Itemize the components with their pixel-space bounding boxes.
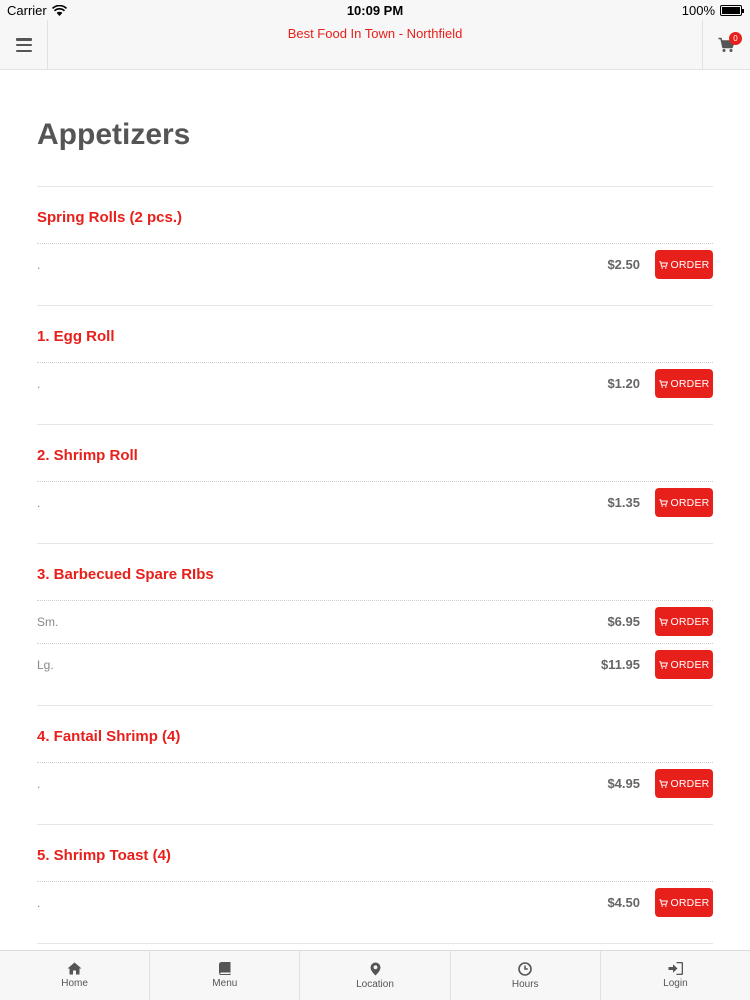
size-label: Lg. <box>37 658 54 672</box>
battery-icon <box>720 5 744 16</box>
order-label: ORDER <box>670 258 710 271</box>
menu-item: 4. Fantail Shrimp (4) . $4.95 ORDER <box>37 706 713 825</box>
tab-label: Hours <box>511 978 539 990</box>
order-label: ORDER <box>670 777 710 790</box>
menu-content: Appetizers Spring Rolls (2 pcs.) . $2.50… <box>0 70 750 950</box>
price-label: $2.50 <box>607 257 640 272</box>
size-label: . <box>37 496 41 510</box>
order-button[interactable]: ORDER <box>655 769 713 798</box>
cart-icon <box>658 379 668 388</box>
home-icon <box>67 962 82 975</box>
order-button[interactable]: ORDER <box>655 650 713 679</box>
size-label: Sm. <box>37 615 59 629</box>
price-row: . $1.20 ORDER <box>37 363 713 405</box>
size-label: . <box>37 777 41 791</box>
tab-home[interactable]: Home <box>0 951 151 1000</box>
order-button[interactable]: ORDER <box>655 488 713 517</box>
order-label: ORDER <box>670 896 710 909</box>
price-label: $1.35 <box>607 495 640 510</box>
order-label: ORDER <box>670 496 710 509</box>
price-row: . $4.95 ORDER <box>37 763 713 805</box>
menu-item: 3. Barbecued Spare RIbs Sm. $6.95 ORDER … <box>37 544 713 706</box>
item-name: Spring Rolls (2 pcs.) <box>37 209 183 226</box>
price-label: $1.20 <box>607 376 640 391</box>
item-name: 5. Shrimp Toast (4) <box>37 847 171 864</box>
item-separator <box>37 943 713 944</box>
clock-time: 10:09 PM <box>346 3 404 18</box>
order-button[interactable]: ORDER <box>655 888 713 917</box>
item-name: 2. Shrimp Roll <box>37 447 138 464</box>
order-label: ORDER <box>670 658 710 671</box>
menu-item: Spring Rolls (2 pcs.) . $2.50 ORDER <box>37 187 713 306</box>
size-label: . <box>37 896 41 910</box>
price-label: $6.95 <box>607 614 640 629</box>
order-label: ORDER <box>670 377 710 390</box>
menu-button[interactable] <box>0 20 48 70</box>
cart-icon <box>658 260 668 269</box>
book-icon <box>219 962 231 975</box>
size-label: . <box>37 377 41 391</box>
item-name: 4. Fantail Shrimp (4) <box>37 728 181 745</box>
item-name: 3. Barbecued Spare RIbs <box>37 566 214 583</box>
tab-login[interactable]: Login <box>601 951 750 1000</box>
cart-count-badge: 0 <box>729 32 742 45</box>
tab-label: Login <box>663 978 688 989</box>
app-screen: Carrier 10:09 PM 100% Best Food In Town … <box>0 0 750 1000</box>
tab-label: Menu <box>212 978 238 989</box>
tab-menu[interactable]: Menu <box>150 951 301 1000</box>
tab-label: Home <box>61 978 88 989</box>
price-label: $4.95 <box>607 776 640 791</box>
bottom-tab-bar: Home Menu Location Hours Login <box>0 950 750 1000</box>
tab-location[interactable]: Location <box>300 951 451 1000</box>
price-row: Lg. $11.95 ORDER <box>37 644 713 686</box>
price-row: . $1.35 ORDER <box>37 482 713 524</box>
price-label: $11.95 <box>600 657 640 672</box>
cart-icon <box>658 617 668 626</box>
order-label: ORDER <box>670 615 710 628</box>
battery-group: 100% <box>681 3 744 18</box>
section-title: Appetizers <box>37 118 191 151</box>
cart-icon <box>658 779 668 788</box>
cart-icon <box>658 498 668 507</box>
cart-button[interactable]: 0 <box>702 20 750 70</box>
hamburger-icon <box>15 38 32 52</box>
order-button[interactable]: ORDER <box>655 607 713 636</box>
map-pin-icon <box>370 962 380 975</box>
order-button[interactable]: ORDER <box>655 369 713 398</box>
price-label: $4.50 <box>607 895 640 910</box>
cart-icon <box>658 660 668 669</box>
status-bar: Carrier 10:09 PM 100% <box>0 0 750 20</box>
restaurant-title: Best Food In Town - Northfield <box>287 26 463 41</box>
app-header: Best Food In Town - Northfield 0 <box>0 20 750 70</box>
tab-label: Location <box>356 978 394 990</box>
menu-item: 1. Egg Roll . $1.20 ORDER <box>37 306 713 425</box>
size-label: . <box>37 258 41 272</box>
item-name: 1. Egg Roll <box>37 328 115 345</box>
sign-in-icon <box>668 962 683 975</box>
price-row: . $2.50 ORDER <box>37 244 713 286</box>
menu-item: 2. Shrimp Roll . $1.35 ORDER <box>37 425 713 544</box>
battery-percent: 100% <box>681 3 715 18</box>
tab-hours[interactable]: Hours <box>451 951 601 1000</box>
order-button[interactable]: ORDER <box>655 250 713 279</box>
menu-item: 5. Shrimp Toast (4) . $4.50 ORDER <box>37 825 713 944</box>
price-row: Sm. $6.95 ORDER <box>37 601 713 643</box>
cart-icon <box>658 898 668 907</box>
price-row: . $4.50 ORDER <box>37 882 713 924</box>
clock-icon <box>518 961 533 976</box>
